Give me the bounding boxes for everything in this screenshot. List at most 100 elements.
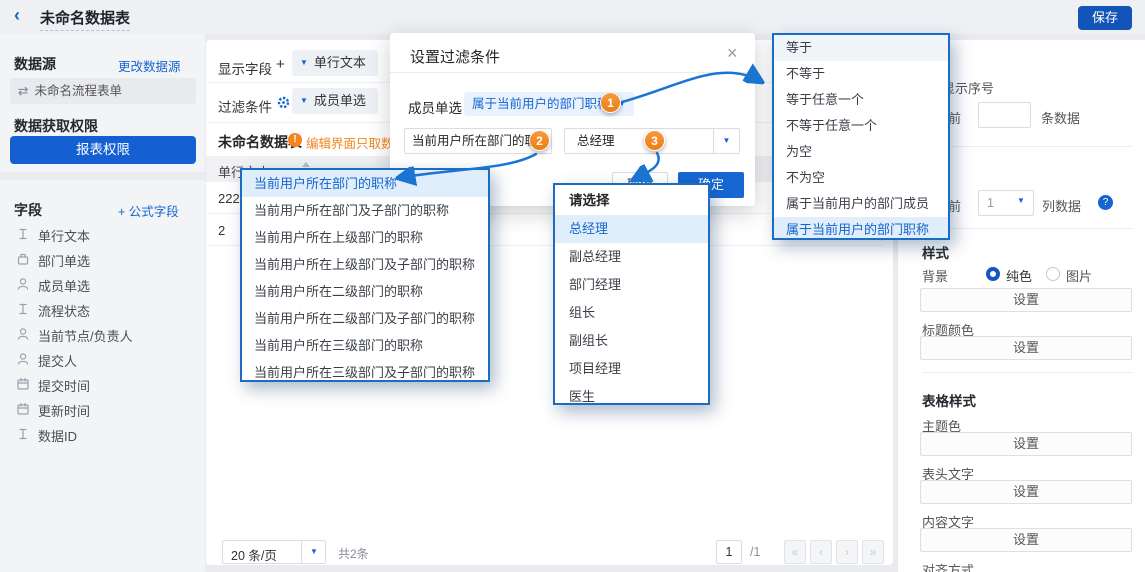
- field-item[interactable]: 部门单选: [0, 247, 205, 272]
- field-label: 数据ID: [38, 426, 77, 445]
- field-label: 更新时间: [38, 401, 90, 420]
- filter-field-value: 成员单选: [314, 93, 366, 108]
- text-icon: [16, 302, 30, 316]
- solid-label: 纯色: [1006, 266, 1032, 285]
- datasource-item[interactable]: ⇄未命名流程表单: [10, 78, 196, 104]
- image-radio[interactable]: [1046, 267, 1060, 281]
- cell-value: 2: [218, 223, 225, 238]
- dropdown-option[interactable]: 副总经理: [555, 243, 708, 271]
- field-item[interactable]: 单行文本: [0, 222, 205, 247]
- solid-radio[interactable]: [986, 267, 1000, 281]
- display-fields-label: 显示字段: [218, 58, 272, 78]
- dropdown-option[interactable]: 等于: [774, 35, 948, 61]
- dropdown-option[interactable]: 不为空: [774, 165, 948, 191]
- dropdown-option[interactable]: 属于当前用户的部门成员: [774, 191, 948, 217]
- dropdown-option[interactable]: 当前用户所在二级部门及子部门的职称: [242, 305, 488, 332]
- dropdown-option[interactable]: 医生: [555, 383, 708, 405]
- dropdown-option[interactable]: 当前用户所在三级部门及子部门的职称: [242, 359, 488, 382]
- close-icon[interactable]: ×: [727, 43, 738, 64]
- dropdown-option[interactable]: 等于任意一个: [774, 87, 948, 113]
- field-label: 流程状态: [38, 301, 90, 320]
- dropdown-option[interactable]: 当前用户所在三级部门的职称: [242, 332, 488, 359]
- member-icon: [16, 327, 30, 341]
- dropdown-option[interactable]: 不等于任意一个: [774, 113, 948, 139]
- page-size-select[interactable]: 20 条/页 ▼: [222, 540, 326, 564]
- style-section-title: 样式: [922, 242, 949, 262]
- dropdown-option[interactable]: 不等于: [774, 61, 948, 87]
- dropdown-option[interactable]: 当前用户所在二级部门的职称: [242, 278, 488, 305]
- dropdown-option[interactable]: 为空: [774, 139, 948, 165]
- prev-page-button[interactable]: ‹: [810, 540, 832, 564]
- display-field-chip[interactable]: ▼ 单行文本: [292, 50, 378, 76]
- page-total: /1: [750, 545, 760, 559]
- divider: [922, 228, 1132, 229]
- dropdown-option[interactable]: 当前用户所在上级部门的职称: [242, 224, 488, 251]
- member-icon: [16, 352, 30, 366]
- field-item[interactable]: 数据ID: [0, 422, 205, 447]
- filter-label: 过滤条件: [218, 96, 272, 116]
- first-page-button[interactable]: «: [784, 540, 806, 564]
- chevron-down-icon: ▼: [300, 58, 308, 67]
- table-style-section-title: 表格样式: [922, 390, 976, 410]
- fields-title: 字段: [14, 200, 42, 220]
- save-button[interactable]: 保存: [1078, 6, 1132, 30]
- dropdown-option[interactable]: 属于当前用户的部门职称: [774, 217, 948, 240]
- warning-text: 编辑界面只取数: [306, 133, 394, 152]
- content-text-set-button[interactable]: 设置: [920, 528, 1132, 552]
- step-badge-2: 2: [529, 130, 550, 151]
- total-count: 共2条: [338, 545, 369, 562]
- field-label: 单行文本: [38, 226, 90, 245]
- help-icon[interactable]: ?: [1098, 195, 1113, 210]
- operator-value: 属于当前用户的部门职称: [472, 97, 610, 111]
- dropdown-option[interactable]: 副组长: [555, 327, 708, 355]
- dropdown-option[interactable]: 部门经理: [555, 271, 708, 299]
- value-dropdown: 请选择 总经理 副总经理 部门经理 组长 副组长 项目经理 医生: [553, 183, 710, 405]
- field-label: 当前节点/负责人: [38, 326, 133, 345]
- back-icon[interactable]: ‹: [14, 5, 20, 26]
- change-datasource-link[interactable]: 更改数据源: [118, 56, 181, 75]
- field-item[interactable]: 提交时间: [0, 372, 205, 397]
- show-front-count-input[interactable]: [978, 102, 1031, 128]
- title-color-set-button[interactable]: 设置: [920, 336, 1132, 360]
- dropdown-option[interactable]: 当前用户所在部门及子部门的职称: [242, 197, 488, 224]
- field-item[interactable]: 当前节点/负责人: [0, 322, 205, 347]
- dropdown-option[interactable]: 组长: [555, 299, 708, 327]
- datasource-name: 未命名流程表单: [34, 84, 122, 98]
- field-item[interactable]: 流程状态: [0, 297, 205, 322]
- field-label: 成员单选: [38, 276, 90, 295]
- field-item[interactable]: 成员单选: [0, 272, 205, 297]
- add-display-field-button[interactable]: +: [276, 56, 285, 73]
- dropdown-option[interactable]: 当前用户所在上级部门及子部门的职称: [242, 251, 488, 278]
- freeze-count-select[interactable]: 1 ▼: [978, 190, 1034, 216]
- cols-suffix-label: 列数据: [1042, 196, 1081, 215]
- select-value: 总经理: [577, 134, 615, 148]
- dropdown-option[interactable]: 当前用户所在部门的职称: [242, 170, 488, 197]
- page-title[interactable]: 未命名数据表: [40, 7, 130, 31]
- field-label: 提交时间: [38, 376, 90, 395]
- rows-suffix-label: 条数据: [1041, 108, 1080, 127]
- divider: [922, 372, 1132, 373]
- header-text-set-button[interactable]: 设置: [920, 480, 1132, 504]
- current-page-input[interactable]: 1: [716, 540, 742, 564]
- filter-field-chip[interactable]: ▼成员单选: [292, 88, 378, 114]
- divider: [922, 146, 1132, 147]
- sidebar-divider: [0, 172, 205, 180]
- display-field-value: 单行文本: [314, 55, 366, 70]
- add-formula-field-link[interactable]: + 公式字段: [118, 201, 179, 220]
- field-item[interactable]: 提交人: [0, 347, 205, 372]
- field-label: 提交人: [38, 351, 77, 370]
- page-size-value: 20 条/页: [231, 545, 277, 564]
- chevron-down-icon: ▼: [713, 129, 739, 153]
- dropdown-option[interactable]: 总经理: [555, 215, 708, 243]
- gear-icon[interactable]: [276, 95, 291, 113]
- warning-icon: !: [288, 133, 302, 147]
- theme-color-set-button[interactable]: 设置: [920, 432, 1132, 456]
- text-icon: [16, 227, 30, 241]
- field-item[interactable]: 更新时间: [0, 397, 205, 422]
- last-page-button[interactable]: »: [862, 540, 884, 564]
- next-page-button[interactable]: ›: [836, 540, 858, 564]
- datasource-title: 数据源: [14, 54, 56, 74]
- report-permission-button[interactable]: 报表权限: [10, 136, 196, 164]
- dropdown-option[interactable]: 项目经理: [555, 355, 708, 383]
- background-set-button[interactable]: 设置: [920, 288, 1132, 312]
